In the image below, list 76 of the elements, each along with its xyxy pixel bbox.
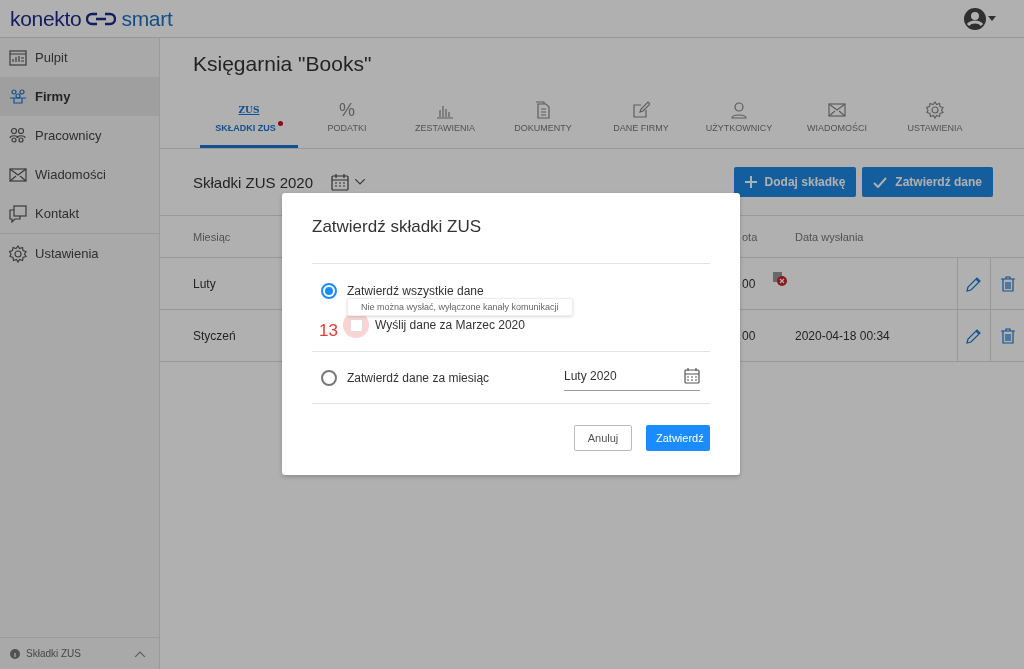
column-header: Miesiąc <box>193 230 231 243</box>
radio-button[interactable] <box>321 283 337 299</box>
dialog-title: Zatwierdź składki ZUS <box>312 193 710 264</box>
table-cell: 2020-04-18 00:34 <box>795 328 890 343</box>
section-title: Składki ZUS 2020 <box>193 173 314 191</box>
user-icon <box>730 101 748 119</box>
tab-label: DOKUMENTY <box>514 123 572 133</box>
edit-icon <box>632 101 650 119</box>
people-icon <box>9 87 27 106</box>
checkbox[interactable] <box>349 318 363 332</box>
option-label: Wyślij dane za Marzec 2020 <box>375 318 525 332</box>
logo-icon <box>86 11 117 26</box>
sidebar-item[interactable]: Ustawienia <box>0 233 159 273</box>
page-title: Księgarnia "Books" <box>192 51 373 77</box>
logo-text: smart <box>121 6 173 31</box>
gear-icon <box>9 244 27 263</box>
dashboard-icon <box>9 48 27 67</box>
tab-label: ZESTAWIENIA <box>415 123 475 133</box>
document-icon <box>534 101 552 119</box>
envelope-icon <box>9 165 27 184</box>
table-cell: Styczeń <box>193 328 236 343</box>
tab-label: UŻYTKOWNICY <box>705 123 773 133</box>
people-icon <box>9 126 27 145</box>
table-cell: 00 <box>742 276 756 291</box>
table-cell: Luty <box>193 276 216 291</box>
tab-label: PODATKI <box>327 123 367 133</box>
sidebar-item[interactable]: Pracownicy <box>0 116 159 155</box>
sidebar-item[interactable]: Wiadomości <box>0 155 159 194</box>
tab[interactable]: ZESTAWIENIA <box>396 95 494 148</box>
column-header: ota <box>742 230 758 243</box>
tab-label: USTAWIENIA <box>907 123 963 133</box>
avatar-icon <box>964 7 986 30</box>
chat-icon <box>9 204 27 223</box>
gear-icon <box>926 101 944 119</box>
option-label: Zatwierdź dane za miesiąc <box>347 370 490 385</box>
plus-icon <box>744 176 757 188</box>
percent-icon: % <box>339 99 355 121</box>
confirm-button[interactable]: Zatwierdź <box>646 425 710 451</box>
trash-icon <box>1000 327 1015 344</box>
chevron-down-icon <box>355 179 366 185</box>
caret-icon <box>988 16 996 21</box>
confirm-button[interactable]: Zatwierdź dane <box>862 167 993 197</box>
check-icon <box>873 176 888 188</box>
tab-label: WIADOMOŚCI <box>807 123 867 133</box>
tab-label: DANE FIRMY <box>613 123 669 133</box>
cancel-button[interactable]: Anuluj <box>574 425 632 451</box>
calendar-icon <box>331 173 350 191</box>
tab[interactable]: WIADOMOŚCI <box>788 95 886 148</box>
tab[interactable]: UŻYTKOWNICY <box>690 95 788 148</box>
tab[interactable]: % PODATKI <box>298 95 396 148</box>
footer-label: Składki ZUS <box>26 648 81 659</box>
option-label: Zatwierdź wszystkie dane <box>347 284 484 298</box>
pencil-icon <box>966 327 982 344</box>
tab[interactable]: DOKUMENTY <box>494 95 592 148</box>
calendar-icon <box>684 368 700 384</box>
add-button[interactable]: Dodaj składkę <box>733 167 857 197</box>
sidebar-item[interactable]: Kontakt <box>0 194 159 233</box>
sidebar-item[interactable]: Pulpit <box>0 38 159 77</box>
sidebar-item[interactable]: Firmy <box>0 77 159 116</box>
tooltip: Nie można wysłać, wyłączone kanały komunikacji <box>347 298 573 316</box>
info-icon <box>10 648 20 659</box>
logo-text: konekto <box>10 6 82 31</box>
pencil-icon <box>966 275 982 292</box>
tab-icon-text: ZUS <box>238 105 260 115</box>
tab[interactable]: USTAWIENIA <box>886 95 984 148</box>
tab[interactable]: ZUS SKŁADKI ZUS <box>200 95 298 148</box>
table-cell: 00 <box>742 328 756 343</box>
tab-label: SKŁADKI ZUS <box>215 123 276 133</box>
annotation-number: 13 <box>319 321 338 341</box>
date-field[interactable]: Luty 2020 <box>564 364 700 391</box>
chevron-up-icon <box>135 650 145 657</box>
trash-icon <box>1000 275 1015 292</box>
radio-button[interactable] <box>321 369 337 386</box>
column-header: Data wysłania <box>795 230 864 243</box>
tab[interactable]: DANE FIRMY <box>592 95 690 148</box>
envelope-icon <box>828 101 846 119</box>
